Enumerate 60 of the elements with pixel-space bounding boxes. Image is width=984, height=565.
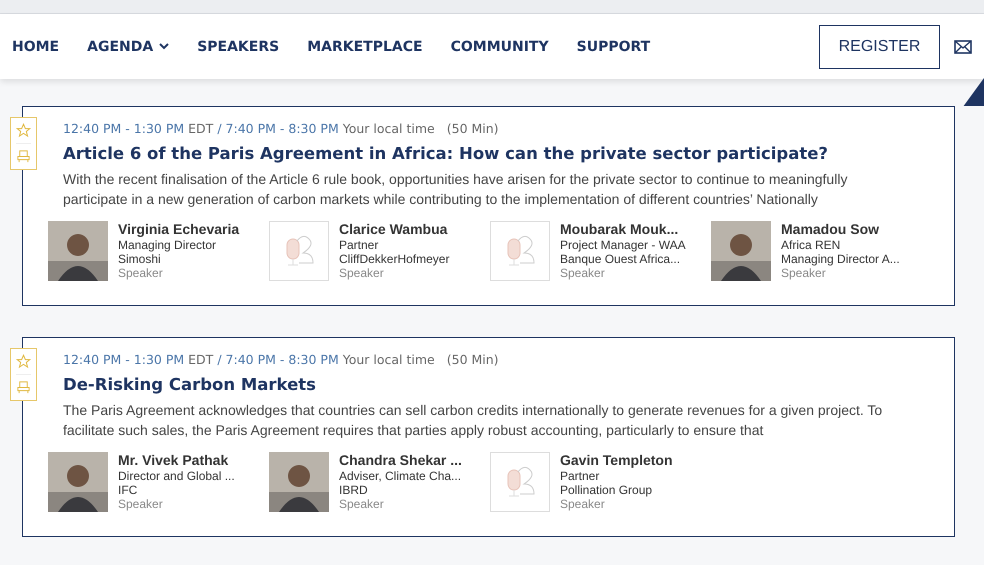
nav-link[interactable]: COMMUNITY [450,38,549,54]
nav-link[interactable]: HOME [12,38,60,54]
speaker-detail: Simoshi [118,252,162,266]
time-separator: / [217,352,222,367]
speaker-detail: Director and Global ... [118,469,235,483]
time-zone: EDT [188,121,214,136]
speaker-role: Speaker [781,266,827,280]
local-time-label: Your local time [342,352,435,367]
nav-link[interactable]: AGENDA [87,38,170,54]
speaker-name[interactable]: Virginia Echevaria [118,221,240,238]
speaker-role: Speaker [118,266,164,280]
nav-link[interactable]: SUPPORT [576,38,650,54]
speaker-name[interactable]: Gavin Templeton [560,452,673,469]
session-description: The Paris Agreement acknowledges that countries can sell carbon credits internationally to generate revenues for a given project. To facilitate such sales, the Paris Agreement requires that parties apply robust accounting, particularly to ensure that [63,401,884,440]
speaker-name[interactable]: Clarice Wambua [339,221,450,238]
nav-link[interactable]: SPEAKERS [197,38,280,54]
session-title[interactable]: Article 6 of the Paris Agreement in Africa: How can the private sector participate? [63,144,934,163]
local-time-label: Your local time [342,121,435,136]
nav-link[interactable]: MARKETPLACE [307,38,423,54]
microphone-placeholder-icon [269,221,329,281]
time-zone: EDT [188,352,214,367]
speaker-detail: Project Manager - WAA [560,238,686,252]
session-time: 12:40 PM - 1:30 PM [63,352,184,367]
session-duration: (50 Min) [446,352,499,367]
speaker-name[interactable]: Moubarak Mouk... [560,221,686,238]
speaker-detail: Banque Ouest Africa... [560,252,682,266]
mail-icon[interactable] [954,40,972,54]
speaker-role: Speaker [118,497,164,511]
microphone-placeholder-icon [490,452,550,512]
chair-icon [16,149,31,164]
star-icon [16,123,31,138]
microphone-placeholder-icon [490,221,550,281]
speaker-detail: Adviser, Climate Cha... [339,469,462,483]
local-time: 7:40 PM - 8:30 PM [226,121,339,136]
time-separator: / [217,121,222,136]
speaker-name[interactable]: Mamadou Sow [781,221,900,238]
speaker-detail: IBRD [339,483,369,497]
session-duration: (50 Min) [446,121,499,136]
speaker-detail: Pollination Group [560,483,654,497]
session-description: With the recent finalisation of the Article 6 rule book, opportunities have arisen for the private sector to continue to meaningfully participate in a new generation of carbon markets while contributing to the implementation of different countries’ Nationally [63,170,848,209]
speaker-name[interactable]: Mr. Vivek Pathak [118,452,235,469]
star-icon [16,354,31,369]
speaker-detail: Africa REN [781,238,842,252]
chevron-down-icon [159,43,170,50]
session-title[interactable]: De-Risking Carbon Markets [63,375,934,394]
speaker-role: Speaker [560,266,606,280]
speaker-detail: CliffDekkerHofmeyer [339,252,450,266]
speaker-detail: Managing Director [118,238,218,252]
register-button[interactable]: REGISTER [819,24,940,68]
speaker-role: Speaker [339,497,385,511]
speaker-role: Speaker [339,266,385,280]
session-time: 12:40 PM - 1:30 PM [63,121,184,136]
speaker-detail: IFC [118,483,138,497]
speaker-role: Speaker [560,497,606,511]
speaker-detail: Partner [339,238,380,252]
speaker-detail: Partner [560,469,600,483]
speaker-name[interactable]: Chandra Shekar ... [339,452,462,469]
chair-icon [16,380,31,395]
speaker-detail: Managing Director A... [781,252,900,266]
local-time: 7:40 PM - 8:30 PM [226,352,339,367]
